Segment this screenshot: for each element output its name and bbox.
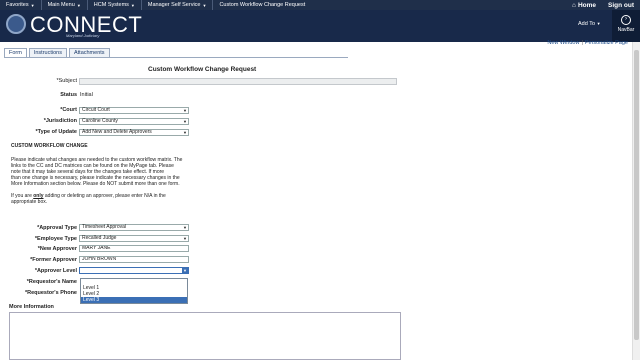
scrollbar-thumb[interactable] [634, 50, 639, 340]
more-information-label: More Information [9, 304, 54, 310]
subject-label: *Subject [56, 78, 78, 84]
status-value: Initial [80, 92, 93, 98]
approver-level-select[interactable]: ▼ [79, 267, 189, 274]
court-select[interactable]: Circuit Court ▼ [79, 107, 189, 114]
section-heading: CUSTOM WORKFLOW CHANGE [11, 143, 88, 149]
subject-field[interactable] [79, 78, 397, 85]
chevron-down-icon: ▼ [183, 119, 187, 124]
instructions-line: More Information section below. Please d… [11, 181, 180, 187]
employee-type-select[interactable]: Recalled Judge ▼ [79, 235, 189, 242]
instructions-paragraph: Please indicate what changes are needed … [11, 157, 201, 187]
new-window-link[interactable]: New Window [547, 40, 579, 46]
approver-level-dropdown: Level 1 Level 2 Level 3 [80, 278, 188, 304]
requestor-phone-label: *Requestor's Phone [24, 290, 77, 296]
note-line: appropriate box. [11, 199, 48, 205]
signout-link[interactable]: Sign out [602, 0, 640, 10]
utility-links: New Window | Personalize Page [547, 40, 628, 46]
navbar-button[interactable]: › NavBar [612, 10, 640, 42]
tab-form[interactable]: Form [4, 48, 27, 57]
court-selected-value: Circuit Court [82, 107, 110, 113]
current-page-label: Custom Workflow Change Request [219, 2, 306, 8]
home-link[interactable]: ⌂ Home [566, 0, 602, 10]
approval-type-label: *Approval Type [37, 225, 77, 231]
jurisdiction-label: *Jurisdiction [43, 118, 77, 124]
breadcrumb-current-page: Custom Workflow Change Request [213, 0, 311, 10]
breadcrumb-hcm-systems[interactable]: HCM Systems ▼ [88, 0, 142, 10]
type-of-update-label: *Type of Update [35, 129, 77, 135]
type-of-update-selected-value: Add New and Delete Approvers [82, 129, 152, 135]
home-icon: ⌂ [572, 1, 576, 9]
header-banner: CONNECT Maryland Judiciary Add To ▼ [0, 10, 640, 42]
employee-type-label: *Employee Type [34, 236, 77, 242]
employee-type-selected-value: Recalled Judge [82, 235, 117, 241]
chevron-down-icon: ▼ [30, 2, 35, 8]
jurisdiction-select[interactable]: Caroline County ▼ [79, 118, 189, 125]
add-to-label: Add To [578, 21, 596, 27]
chevron-down-icon: ▼ [183, 108, 187, 113]
chevron-down-icon: ▼ [76, 2, 81, 8]
main-menu[interactable]: Main Menu ▼ [42, 0, 88, 10]
chevron-down-icon: ▼ [183, 236, 187, 241]
former-approver-label: *Former Approver [30, 257, 77, 263]
note-text: adding or deleting an approver, please e… [43, 193, 166, 199]
dropdown-option-level-3[interactable]: Level 3 [81, 297, 187, 303]
page-scrollbar[interactable] [632, 42, 640, 360]
main-menu-label: Main Menu [47, 2, 75, 8]
chevron-down-icon: ▼ [183, 130, 187, 135]
chevron-down-icon: ▼ [183, 225, 187, 230]
approval-type-select[interactable]: Timesheet Approval ▼ [79, 224, 189, 231]
link-separator: | [581, 40, 583, 46]
approval-type-selected-value: Timesheet Approval [82, 224, 127, 230]
breadcrumb-manager-self-service[interactable]: Manager Self Service ▼ [142, 0, 214, 10]
chevron-down-icon: ▼ [596, 21, 601, 26]
chevron-down-icon: ▼ [182, 268, 188, 273]
add-to-menu[interactable]: Add To ▼ [578, 21, 601, 27]
former-approver-field[interactable]: JOHN BROWN [79, 256, 189, 263]
requestor-name-label: *Requestor's Name [26, 279, 77, 285]
compass-icon: › [621, 15, 631, 25]
tab-divider [4, 57, 348, 58]
new-approver-field[interactable]: MARY JANE [79, 245, 189, 252]
manager-self-service-label: Manager Self Service [147, 2, 201, 8]
favorites-label: Favorites [6, 2, 29, 8]
tab-attachments[interactable]: Attachments [68, 48, 110, 57]
approver-level-label: *Approver Level [34, 268, 77, 274]
page-tabs: Form Instructions Attachments [4, 48, 112, 57]
page-title: Custom Workflow Change Request [148, 66, 257, 73]
connect-logo: CONNECT Maryland Judiciary [6, 11, 142, 41]
hcm-systems-label: HCM Systems [93, 2, 129, 8]
chevron-down-icon: ▼ [202, 2, 207, 8]
favorites-menu[interactable]: Favorites ▼ [0, 0, 42, 10]
tab-instructions[interactable]: Instructions [28, 48, 67, 57]
new-approver-label: *New Approver [37, 246, 77, 252]
chevron-down-icon: ▼ [130, 2, 135, 8]
status-label: Status [60, 92, 77, 98]
more-information-textarea[interactable] [9, 312, 401, 360]
note-paragraph: If you are only adding or deleting an ap… [11, 193, 201, 205]
top-nav-bar: Favorites ▼ Main Menu ▼ HCM Systems ▼ Manag… [0, 0, 640, 10]
personalize-page-link[interactable]: Personalize Page [585, 40, 628, 46]
court-label: *Court [60, 107, 77, 113]
home-label: Home [577, 1, 596, 9]
navbar-label: NavBar [617, 27, 635, 33]
logo-emblem-icon [6, 14, 26, 34]
type-of-update-select[interactable]: Add New and Delete Approvers ▼ [79, 129, 189, 136]
jurisdiction-selected-value: Caroline County [82, 118, 118, 124]
logo-subtitle: Maryland Judiciary [66, 33, 100, 38]
